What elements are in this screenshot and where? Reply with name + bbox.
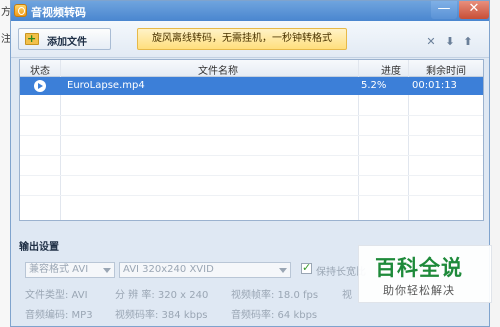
row-divider [20,155,483,156]
audio-bitrate-info: 音频码率: 64 kbps [231,310,318,321]
column-header-progress[interactable]: 进度 [381,62,401,77]
watermark-title: 百科全说 [375,256,463,280]
title-bar[interactable]: 音视频转码 — ✕ [11,1,489,21]
column-header-status[interactable]: 状态 [30,62,50,77]
audio-codec-info: 音频编码: MP3 [25,310,93,321]
close-button[interactable]: ✕ [459,1,489,19]
minimize-button[interactable]: — [431,1,457,19]
table-header: 状态 文件名称 进度 剩余时间 [20,60,483,77]
delete-icon[interactable]: ✕ [425,36,437,48]
column-header-remaining[interactable]: 剩余时间 [426,62,466,77]
row-remaining: 00:01:13 [412,80,457,91]
promo-banner[interactable]: 旋风离线转码，无需挂机，一秒钟转格式 [137,28,347,50]
toolbar: 添加文件 旋风离线转码，无需挂机，一秒钟转格式 ✕ ⬇ ⬆ [11,21,489,58]
video-bitrate-info: 视频码率: 384 kbps [115,310,208,321]
column-header-filename[interactable]: 文件名称 [198,62,238,77]
keep-ratio-checkbox[interactable] [301,261,312,274]
format-select[interactable]: 兼容格式 AVI [25,262,115,278]
move-up-icon[interactable]: ⬆ [462,36,474,48]
row-divider [20,175,483,176]
add-file-button[interactable]: 添加文件 [18,28,111,50]
chevron-down-icon [103,268,111,273]
app-icon [14,4,27,17]
resolution-info: 分 辨 率: 320 x 240 [115,290,209,301]
row-filename: EuroLapse.mp4 [67,80,145,91]
format-select-value: 兼容格式 AVI [29,264,89,275]
arrow-right-circle-icon [34,80,46,92]
add-file-label: 添加文件 [47,37,87,48]
row-divider [20,135,483,136]
file-table: 状态 文件名称 进度 剩余时间 EuroLapse.mp4 5.2% 00:01… [19,59,484,221]
row-divider [20,195,483,196]
window-title: 音视频转码 [31,6,86,19]
truncated-info: 视 [342,290,352,301]
video-fps-info: 视频帧率: 18.0 fps [231,290,319,301]
watermark-logo: 百科全说 助你轻松解决 [358,245,492,303]
watermark-subtitle: 助你轻松解决 [383,284,455,297]
preset-select-value: AVI 320x240 XVID [123,264,214,275]
row-progress: 5.2% [361,80,387,91]
file-type-info: 文件类型: AVI [25,290,88,301]
folder-add-icon [25,32,39,45]
table-row[interactable]: EuroLapse.mp4 5.2% 00:01:13 [20,77,483,95]
transcode-window: 音视频转码 — ✕ 添加文件 旋风离线转码，无需挂机，一秒钟转格式 ✕ ⬇ ⬆ … [10,0,492,327]
move-down-icon[interactable]: ⬇ [444,36,456,48]
chevron-down-icon [279,268,287,273]
output-settings-title: 输出设置 [19,242,59,253]
row-divider [20,115,483,116]
preset-select[interactable]: AVI 320x240 XVID [119,262,291,278]
